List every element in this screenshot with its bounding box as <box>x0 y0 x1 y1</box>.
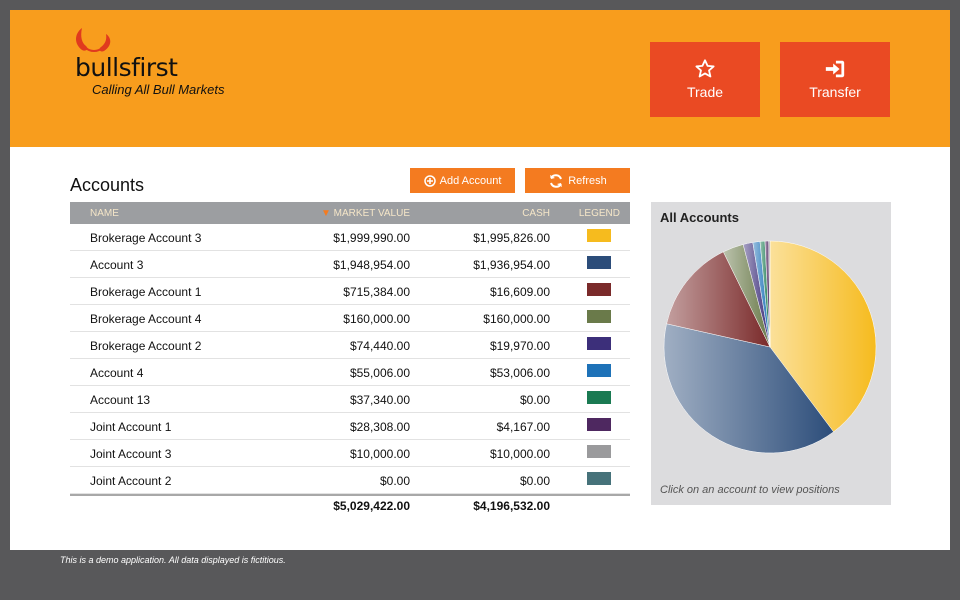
account-name: Account 3 <box>90 258 144 272</box>
account-cash: $16,609.00 <box>489 285 550 299</box>
account-name: Joint Account 2 <box>90 474 172 488</box>
table-row[interactable]: Account 4 $55,006.00 $53,006.00 <box>70 359 630 386</box>
account-cash: $0.00 <box>519 474 550 488</box>
account-name: Brokerage Account 1 <box>90 285 202 299</box>
table-row[interactable]: Account 13 $37,340.00 $0.00 <box>70 386 630 413</box>
accounts-title: Accounts <box>70 175 145 195</box>
total-cash: $4,196,532.00 <box>473 499 550 513</box>
account-name: Brokerage Account 3 <box>90 231 202 245</box>
account-cash: $0.00 <box>519 393 550 407</box>
column-header-name[interactable]: NAME <box>90 208 119 219</box>
brand-tagline: Calling All Bull Markets <box>92 82 225 97</box>
account-cash: $1,995,826.00 <box>473 231 550 245</box>
table-row[interactable]: Joint Account 3 $10,000.00 $10,000.00 <box>70 440 630 467</box>
column-header-cash[interactable]: CASH <box>522 208 550 219</box>
legend-swatch <box>587 364 611 377</box>
table-row[interactable]: Joint Account 1 $28,308.00 $4,167.00 <box>70 413 630 440</box>
transfer-button[interactable]: Transfer <box>780 42 890 117</box>
add-account-button[interactable]: Add Account <box>410 168 515 193</box>
table-header: NAME ▼ MARKET VALUE CASH LEGEND <box>70 202 630 224</box>
legend-swatch <box>587 445 611 458</box>
table-row[interactable]: Brokerage Account 2 $74,440.00 $19,970.00 <box>70 332 630 359</box>
refresh-icon <box>550 173 563 188</box>
legend-swatch <box>587 391 611 404</box>
account-market-value: $1,948,954.00 <box>333 258 410 272</box>
account-cash: $1,936,954.00 <box>473 258 550 272</box>
account-cash: $53,006.00 <box>489 366 550 380</box>
sign-in-icon <box>825 60 845 78</box>
accounts-table: NAME ▼ MARKET VALUE CASH LEGEND Brokerag… <box>70 202 630 516</box>
legend-swatch <box>587 337 611 350</box>
brand-name: bullsfirst <box>75 53 178 82</box>
chart-panel: All Accounts Click on an account to view… <box>651 202 891 505</box>
account-market-value: $28,308.00 <box>349 420 410 434</box>
table-body: Brokerage Account 3 $1,999,990.00 $1,995,8… <box>70 224 630 494</box>
account-market-value: $160,000.00 <box>343 312 410 326</box>
account-name: Joint Account 3 <box>90 447 172 461</box>
add-account-label: Add Account <box>439 174 502 187</box>
chart-title: All Accounts <box>660 210 739 225</box>
column-header-market-value[interactable]: ▼ MARKET VALUE <box>321 208 410 219</box>
table-row[interactable]: Joint Account 2 $0.00 $0.00 <box>70 467 630 494</box>
legend-swatch <box>587 256 611 269</box>
legend-swatch <box>587 229 611 242</box>
table-row[interactable]: Brokerage Account 1 $715,384.00 $16,609.00 <box>70 278 630 305</box>
totals-row: $5,029,422.00 $4,196,532.00 <box>70 496 630 516</box>
chart-note: Click on an account to view positions <box>660 484 840 496</box>
trade-button-label: Trade <box>686 84 724 100</box>
account-market-value: $37,340.00 <box>349 393 410 407</box>
account-name: Brokerage Account 2 <box>90 339 202 353</box>
account-cash: $19,970.00 <box>489 339 550 353</box>
account-cash: $10,000.00 <box>489 447 550 461</box>
account-name: Account 13 <box>90 393 151 407</box>
plus-circle-icon <box>423 174 436 187</box>
header-bar: bullsfirst Calling All Bull Markets Trad… <box>10 10 950 147</box>
app-frame: bullsfirst Calling All Bull Markets Trad… <box>10 10 950 550</box>
column-header-market-value-label: MARKET VALUE <box>333 208 410 219</box>
account-market-value: $1,999,990.00 <box>333 231 410 245</box>
account-market-value: $715,384.00 <box>343 285 410 299</box>
account-market-value: $10,000.00 <box>349 447 410 461</box>
table-row[interactable]: Brokerage Account 4 $160,000.00 $160,000.0… <box>70 305 630 332</box>
total-market-value: $5,029,422.00 <box>333 499 410 513</box>
account-name: Brokerage Account 4 <box>90 312 202 326</box>
account-name: Joint Account 1 <box>90 420 172 434</box>
column-header-legend: LEGEND <box>578 208 620 219</box>
account-name: Account 4 <box>90 366 144 380</box>
star-icon <box>695 59 715 78</box>
legend-swatch <box>587 418 611 431</box>
logo: bullsfirst Calling All Bull Markets <box>70 26 270 116</box>
transfer-button-label: Transfer <box>809 84 861 100</box>
account-cash: $4,167.00 <box>496 420 550 434</box>
footer-disclaimer: This is a demo application. All data dis… <box>60 555 286 565</box>
account-market-value: $55,006.00 <box>349 366 410 380</box>
table-row[interactable]: Brokerage Account 3 $1,999,990.00 $1,995,8… <box>70 224 630 251</box>
refresh-button[interactable]: Refresh <box>525 168 630 193</box>
table-row[interactable]: Account 3 $1,948,954.00 $1,936,954.00 <box>70 251 630 278</box>
trade-button[interactable]: Trade <box>650 42 760 117</box>
legend-swatch <box>587 310 611 323</box>
legend-swatch <box>587 472 611 485</box>
account-market-value: $0.00 <box>379 474 410 488</box>
pie-chart <box>663 240 877 454</box>
refresh-label: Refresh <box>568 174 607 187</box>
account-market-value: $74,440.00 <box>349 339 410 353</box>
sort-desc-icon: ▼ <box>320 208 331 219</box>
legend-swatch <box>587 283 611 296</box>
account-cash: $160,000.00 <box>483 312 550 326</box>
